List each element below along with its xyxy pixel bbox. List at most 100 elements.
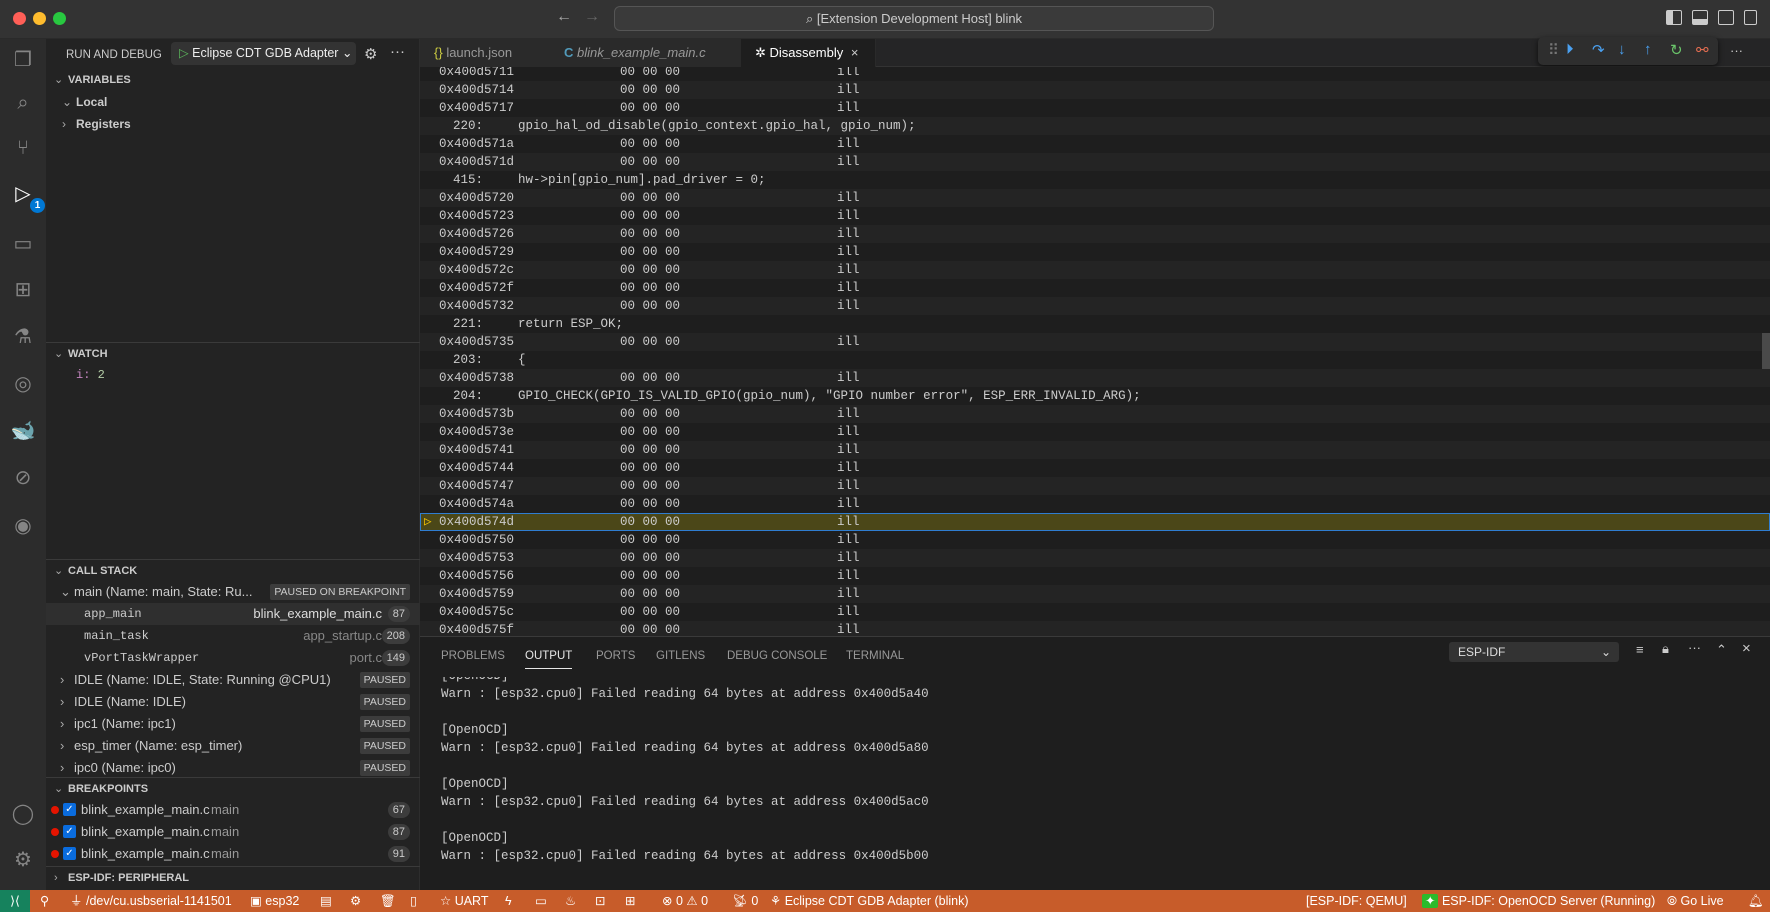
instruction-row[interactable]: 0x400d573b 00 00 00 ill: [420, 405, 1770, 423]
instruction-row[interactable]: 0x400d5720 00 00 00 ill: [420, 189, 1770, 207]
instruction-row[interactable]: 0x400d5726 00 00 00 ill: [420, 225, 1770, 243]
monitor-icon[interactable]: ▭: [535, 890, 547, 912]
variables-scope-local[interactable]: ⌄ Local: [46, 91, 420, 113]
step-into-icon[interactable]: ↓: [1618, 41, 1626, 58]
breakpoints-header[interactable]: ⌄ BREAKPOINTS: [46, 777, 420, 799]
tab-blink-example-main[interactable]: C blink_example_main.c: [550, 39, 741, 67]
toggle-secondary-sidebar-icon[interactable]: [1718, 10, 1734, 25]
instruction-row[interactable]: 0x400d5738 00 00 00 ill: [420, 369, 1770, 387]
instruction-row[interactable]: 0x400d571a 00 00 00 ill: [420, 135, 1770, 153]
run-action-icon[interactable]: ⊞: [625, 890, 635, 912]
plug-icon[interactable]: ⚲: [40, 890, 49, 912]
step-over-icon[interactable]: ↷: [1592, 41, 1605, 59]
back-arrow-icon[interactable]: ←: [556, 8, 572, 26]
gitlens-icon[interactable]: ◎: [9, 369, 37, 397]
checkbox[interactable]: ✓: [63, 825, 76, 838]
minimize-window-button[interactable]: [33, 12, 46, 25]
source-line[interactable]: 203: {: [420, 351, 1770, 369]
toggle-sidebar-icon[interactable]: [1666, 10, 1682, 25]
git-graph-icon[interactable]: ⊘: [9, 463, 37, 491]
source-line[interactable]: 220: gpio_hal_od_disable(gpio_context.gpi…: [420, 117, 1770, 135]
call-stack-thread[interactable]: › IDLE (Name: IDLE, State: Running @CPU1)…: [46, 669, 420, 691]
close-window-button[interactable]: [13, 12, 26, 25]
call-stack-header[interactable]: ⌄ CALL STACK: [46, 559, 420, 581]
watch-header[interactable]: ⌄ WATCH: [46, 342, 420, 364]
more-actions-icon[interactable]: ···: [390, 43, 405, 60]
remote-explorer-icon[interactable]: ▭: [9, 229, 37, 257]
instruction-row[interactable]: 0x400d5744 00 00 00 ill: [420, 459, 1770, 477]
qemu-item[interactable]: [ESP-IDF: QEMU]: [1306, 890, 1407, 912]
folder-icon[interactable]: ▤: [320, 890, 332, 912]
restart-icon[interactable]: ↻: [1670, 41, 1683, 59]
breakpoint-item[interactable]: ✓ blink_example_main.c main 67: [46, 799, 420, 821]
watch-expression[interactable]: i: 2: [46, 364, 420, 386]
instruction-row[interactable]: ▷ 0x400d574d 00 00 00 ill: [420, 513, 1770, 531]
docker-icon[interactable]: 🐋: [9, 416, 37, 444]
close-tab-icon[interactable]: ×: [851, 45, 859, 60]
disconnect-icon[interactable]: ⚯: [1696, 41, 1709, 59]
terminal-icon[interactable]: ⊡: [595, 890, 605, 912]
more-actions-icon[interactable]: ···: [1730, 43, 1743, 58]
panel-tab-terminal[interactable]: TERMINAL: [846, 643, 904, 669]
debug-session-item[interactable]: ⚘ Eclipse CDT GDB Adapter (blink): [770, 890, 969, 912]
instruction-row[interactable]: 0x400d5732 00 00 00 ill: [420, 297, 1770, 315]
panel-tab-debug-console[interactable]: DEBUG CONSOLE: [727, 643, 827, 669]
instruction-row[interactable]: 0x400d5714 00 00 00 ill: [420, 81, 1770, 99]
instruction-row[interactable]: 0x400d5711 00 00 00 ill: [420, 67, 1770, 81]
more-actions-icon[interactable]: ···: [1688, 640, 1701, 655]
instruction-row[interactable]: 0x400d575c 00 00 00 ill: [420, 603, 1770, 621]
call-stack-thread[interactable]: › ipc0 (Name: ipc0) PAUSED: [46, 757, 420, 779]
drag-handle-icon[interactable]: ⠿: [1548, 41, 1559, 59]
instruction-row[interactable]: 0x400d574a 00 00 00 ill: [420, 495, 1770, 513]
esp-idf-peripheral-header[interactable]: › ESP-IDF: PERIPHERAL: [46, 866, 420, 888]
debug-config-select[interactable]: ▷ Eclipse CDT GDB Adapter ⌄: [171, 42, 356, 65]
call-stack-thread[interactable]: › IDLE (Name: IDLE) PAUSED: [46, 691, 420, 713]
variables-scope-registers[interactable]: › Registers: [46, 113, 420, 135]
instruction-row[interactable]: 0x400d5756 00 00 00 ill: [420, 567, 1770, 585]
step-out-icon[interactable]: ↑: [1644, 41, 1652, 58]
target-item[interactable]: ▣ esp32: [250, 890, 299, 912]
instruction-row[interactable]: 0x400d5747 00 00 00 ill: [420, 477, 1770, 495]
customize-layout-icon[interactable]: [1744, 10, 1757, 25]
openocd-item[interactable]: ✦ ESP-IDF: OpenOCD Server (Running): [1422, 890, 1655, 912]
flash-method-item[interactable]: ☆ UART: [440, 890, 489, 912]
problems-item[interactable]: ⊗ 0 ⚠ 0: [662, 890, 708, 912]
espressif-icon[interactable]: ◉: [9, 511, 37, 539]
source-line[interactable]: 415: hw->pin[gpio_num].pad_driver = 0;: [420, 171, 1770, 189]
close-panel-icon[interactable]: ×: [1742, 640, 1751, 657]
flash-icon[interactable]: ϟ: [505, 890, 512, 912]
remote-indicator-icon[interactable]: ⟩⟨: [0, 890, 30, 912]
maximize-window-button[interactable]: [53, 12, 66, 25]
instruction-row[interactable]: 0x400d5729 00 00 00 ill: [420, 243, 1770, 261]
build-icon[interactable]: ▯: [410, 890, 417, 912]
editor-scrollbar[interactable]: [1762, 333, 1770, 369]
variables-header[interactable]: ⌄ VARIABLES: [46, 69, 420, 91]
instruction-row[interactable]: 0x400d5753 00 00 00 ill: [420, 549, 1770, 567]
checkbox[interactable]: ✓: [63, 847, 76, 860]
instruction-row[interactable]: 0x400d5723 00 00 00 ill: [420, 207, 1770, 225]
testing-icon[interactable]: ⚗: [9, 322, 37, 350]
panel-tab-ports[interactable]: PORTS: [596, 643, 635, 669]
clear-output-icon[interactable]: ≡: [1636, 642, 1644, 657]
settings-gear-icon[interactable]: ⚙: [9, 845, 37, 873]
call-stack-frame[interactable]: vPortTaskWrapper port.c 149: [46, 647, 420, 669]
instruction-row[interactable]: 0x400d572c 00 00 00 ill: [420, 261, 1770, 279]
call-stack-frame[interactable]: app_main blink_example_main.c 87: [46, 603, 420, 625]
continue-icon[interactable]: ⏵: [1566, 41, 1574, 58]
call-stack-thread[interactable]: ⌄ main (Name: main, State: Ru... PAUSED ON…: [46, 581, 420, 603]
forward-arrow-icon[interactable]: →: [584, 8, 600, 26]
trash-icon[interactable]: 🗑︎: [380, 890, 396, 912]
panel-tab-problems[interactable]: PROBLEMS: [441, 643, 505, 669]
instruction-row[interactable]: 0x400d5750 00 00 00 ill: [420, 531, 1770, 549]
breakpoint-item[interactable]: ✓ blink_example_main.c main 91: [46, 843, 420, 865]
instruction-row[interactable]: 0x400d572f 00 00 00 ill: [420, 279, 1770, 297]
instruction-row[interactable]: 0x400d5759 00 00 00 ill: [420, 585, 1770, 603]
call-stack-thread[interactable]: › ipc1 (Name: ipc1) PAUSED: [46, 713, 420, 735]
start-debugging-icon[interactable]: ▷: [179, 46, 189, 60]
explorer-icon[interactable]: ❐: [9, 45, 37, 73]
instruction-row[interactable]: 0x400d5735 00 00 00 ill: [420, 333, 1770, 351]
gear-icon[interactable]: ⚙: [364, 45, 377, 63]
call-stack-frame[interactable]: main_task app_startup.c 208: [46, 625, 420, 647]
tab-disassembly[interactable]: ✲ Disassembly ×: [741, 39, 876, 67]
lock-scroll-icon[interactable]: 🔒︎: [1662, 641, 1669, 657]
